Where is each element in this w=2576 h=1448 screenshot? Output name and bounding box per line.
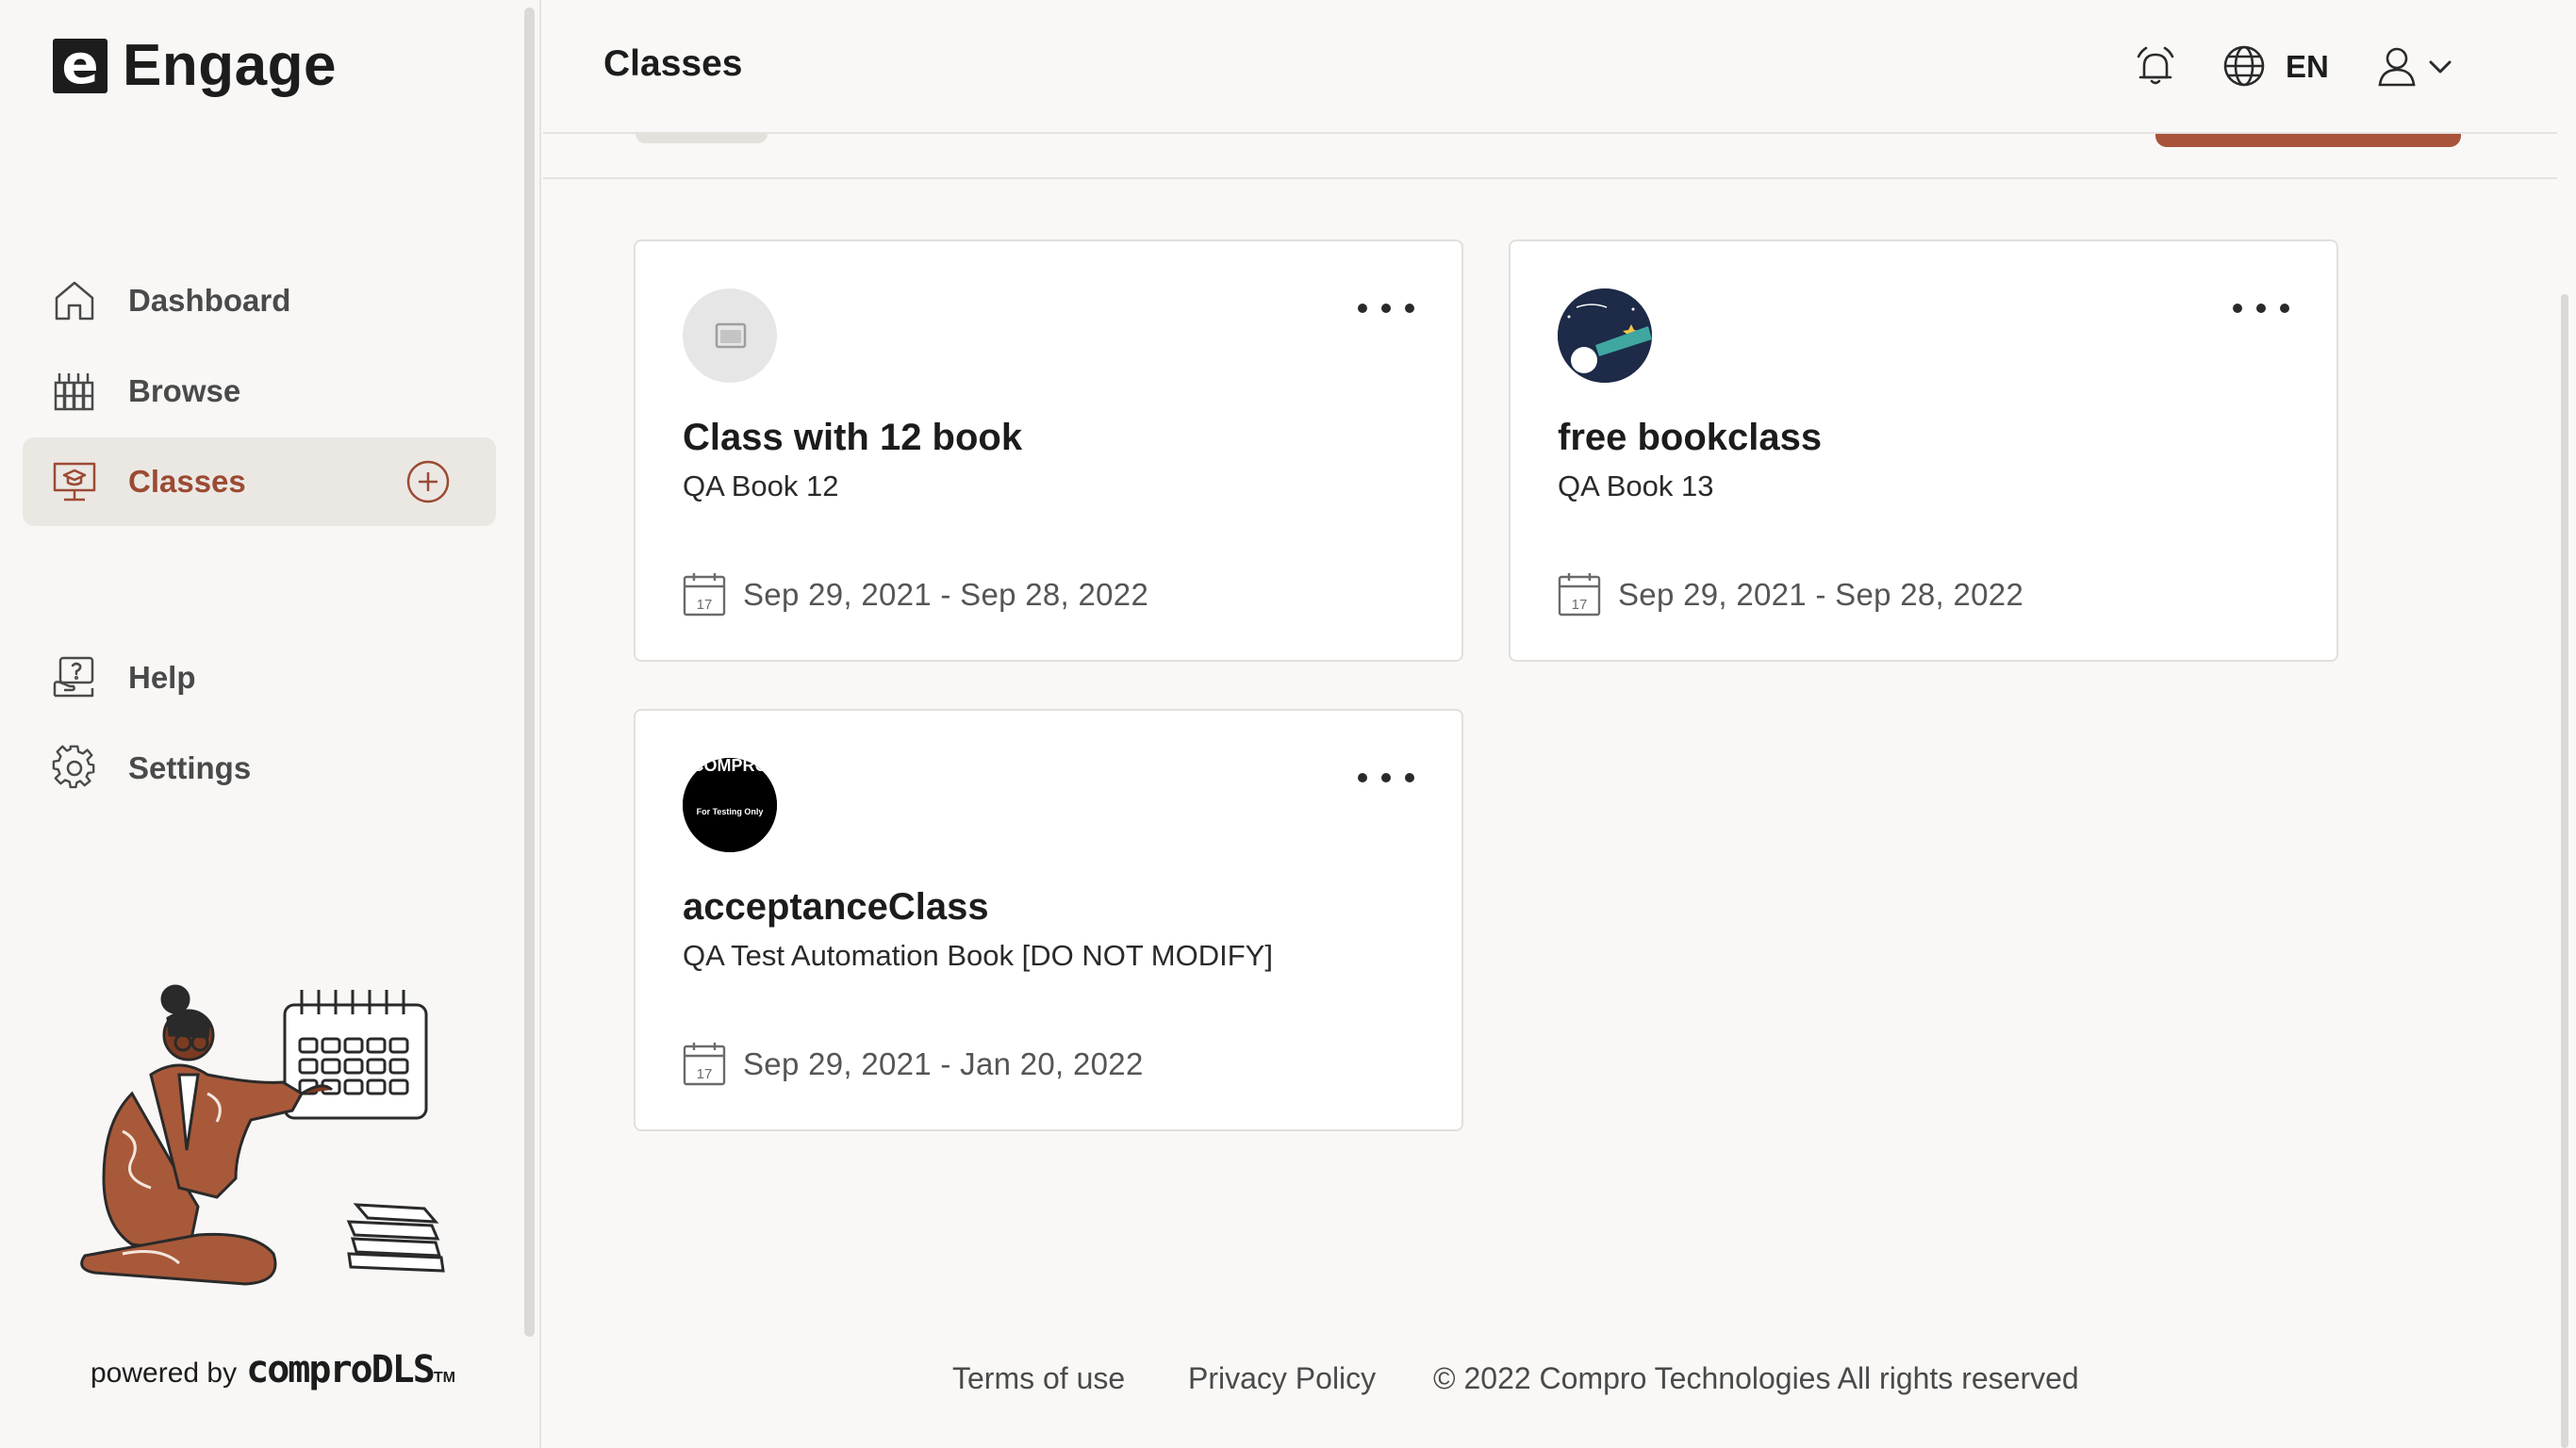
sidebar-item-settings[interactable]: Settings bbox=[23, 724, 496, 813]
trademark: TM bbox=[433, 1370, 455, 1386]
calendar-day: 17 bbox=[697, 1066, 713, 1082]
class-thumbnail bbox=[1558, 288, 1652, 383]
sidebar-scrollbar[interactable] bbox=[524, 8, 535, 1337]
app-logo[interactable]: e Engage bbox=[53, 32, 337, 99]
class-title[interactable]: Class with 12 book bbox=[683, 417, 1022, 459]
class-book: QA Book 13 bbox=[1558, 469, 1714, 502]
sidebar-item-label: Browse bbox=[128, 373, 241, 408]
filter-pill[interactable] bbox=[636, 134, 768, 143]
class-dates: Sep 29, 2021 - Sep 28, 2022 bbox=[1618, 577, 2024, 612]
user-icon[interactable] bbox=[2374, 43, 2419, 89]
book-cover-image: COMPRO For Testing Only bbox=[683, 758, 777, 852]
classroom-icon bbox=[53, 462, 96, 502]
class-title[interactable]: acceptanceClass bbox=[683, 886, 989, 929]
cover-banner: COMPRO bbox=[692, 758, 768, 775]
class-dates: Sep 29, 2021 - Jan 20, 2022 bbox=[743, 1046, 1144, 1081]
home-icon bbox=[55, 281, 94, 321]
class-card[interactable]: free bookclass QA Book 13 17 Sep 29, 202… bbox=[1509, 239, 2338, 662]
sidebar-item-label: Settings bbox=[128, 750, 252, 785]
library-icon bbox=[54, 373, 94, 411]
cover-caption: For Testing Only bbox=[697, 807, 764, 816]
app-name: Engage bbox=[123, 33, 337, 98]
sidebar-item-label: Dashboard bbox=[128, 283, 291, 318]
add-class-icon[interactable] bbox=[405, 459, 451, 504]
chevron-down-icon[interactable] bbox=[2423, 43, 2457, 89]
privacy-policy-link[interactable]: Privacy Policy bbox=[1188, 1361, 1376, 1396]
class-thumbnail: COMPRO For Testing Only bbox=[683, 758, 777, 852]
class-thumbnail bbox=[683, 288, 777, 383]
class-book: QA Book 12 bbox=[683, 469, 839, 502]
astronomy-image bbox=[1558, 288, 1652, 383]
calendar-icon: 17 bbox=[683, 573, 726, 617]
calendar-icon: 17 bbox=[683, 1043, 726, 1086]
teacher-illustration bbox=[80, 984, 445, 1286]
more-options-button[interactable] bbox=[2233, 294, 2289, 322]
class-card[interactable]: COMPRO For Testing Only acceptanceClass … bbox=[634, 709, 1463, 1131]
sidebar-item-browse[interactable]: Browse bbox=[23, 347, 496, 436]
powered-by: powered by comproDLS TM bbox=[91, 1348, 455, 1391]
gear-icon bbox=[52, 745, 95, 789]
sidebar-item-dashboard[interactable]: Dashboard bbox=[23, 256, 496, 345]
class-dates: Sep 29, 2021 - Sep 28, 2022 bbox=[743, 577, 1149, 612]
more-options-button[interactable] bbox=[1358, 294, 1414, 322]
help-icon bbox=[53, 656, 94, 698]
calendar-day: 17 bbox=[1572, 597, 1588, 613]
calendar-day: 17 bbox=[697, 597, 713, 613]
class-title[interactable]: free bookclass bbox=[1558, 417, 1822, 459]
primary-action-button[interactable] bbox=[2155, 134, 2461, 147]
terms-of-use-link[interactable]: Terms of use bbox=[952, 1361, 1125, 1396]
language-selector[interactable]: EN bbox=[2286, 49, 2329, 85]
image-placeholder-icon bbox=[715, 322, 747, 349]
powered-brand: comproDLS bbox=[246, 1348, 436, 1391]
main-scrollbar[interactable] bbox=[2561, 294, 2568, 1448]
sidebar-item-label: Classes bbox=[128, 464, 246, 499]
sidebar-item-label: Help bbox=[128, 660, 196, 695]
globe-icon[interactable] bbox=[2221, 43, 2267, 89]
sidebar-item-help[interactable]: Help bbox=[23, 634, 496, 722]
page-title: Classes bbox=[603, 43, 743, 84]
copyright-text: © 2022 Compro Technologies All rights re… bbox=[1433, 1361, 2079, 1395]
logo-mark: e bbox=[53, 37, 107, 93]
sidebar: e Engage Dashboard Browse Classes Help S… bbox=[0, 0, 541, 1448]
sidebar-item-classes[interactable]: Classes bbox=[23, 437, 496, 526]
top-header: Classes EN bbox=[543, 0, 2557, 134]
calendar-icon: 17 bbox=[1558, 573, 1601, 617]
toolbar-strip bbox=[543, 134, 2557, 179]
alarm-bell-icon[interactable] bbox=[2133, 43, 2178, 89]
class-book: QA Test Automation Book [DO NOT MODIFY] bbox=[683, 939, 1273, 972]
class-card[interactable]: Class with 12 book QA Book 12 17 Sep 29,… bbox=[634, 239, 1463, 662]
more-options-button[interactable] bbox=[1358, 764, 1414, 792]
powered-prefix: powered by bbox=[91, 1358, 238, 1389]
